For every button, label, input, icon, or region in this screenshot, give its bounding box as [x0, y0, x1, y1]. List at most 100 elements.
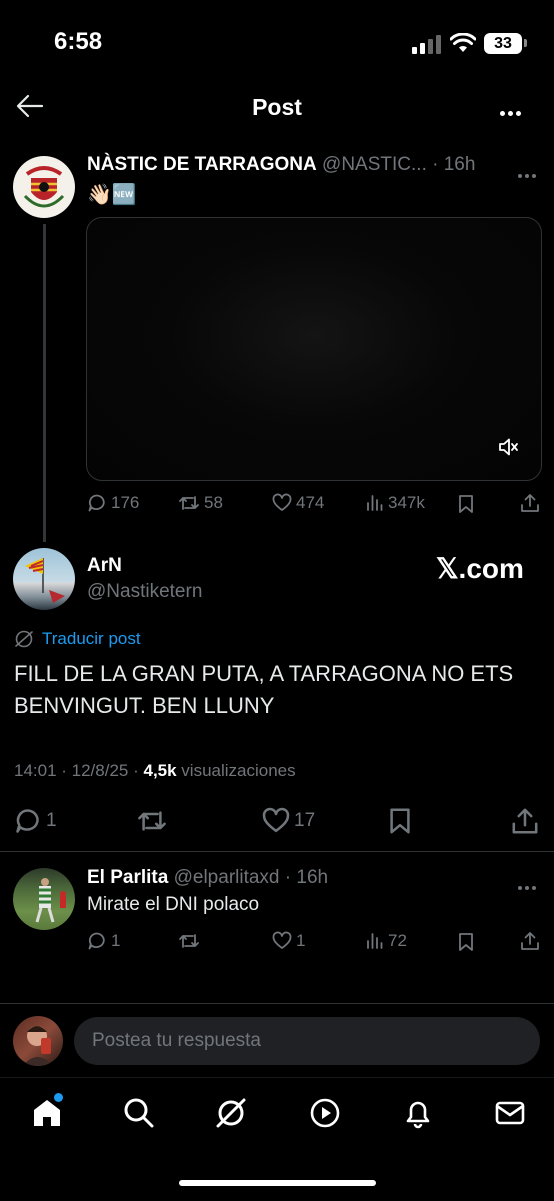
post-meta: 14:01 · 12/8/25 · 4,5k visualizaciones	[14, 761, 296, 781]
views-count: 72	[388, 931, 407, 950]
like-count: 474	[296, 493, 325, 512]
nav-notifications[interactable]	[401, 1096, 435, 1130]
reply-count: 176	[111, 493, 140, 512]
share-button[interactable]	[520, 931, 540, 951]
reply-input-placeholder: Postea tu respuesta	[92, 1030, 261, 1051]
reply-text: Mirate el DNI polaco	[87, 894, 260, 915]
bookmark-icon	[390, 808, 410, 834]
repost-button[interactable]: 58	[178, 493, 223, 513]
bookmark-icon	[459, 495, 473, 513]
author-name[interactable]: El Parlita	[87, 867, 168, 888]
nav-messages[interactable]	[493, 1096, 527, 1130]
like-count: 17	[294, 810, 316, 831]
repost-icon	[138, 811, 166, 831]
composer-avatar[interactable]	[13, 1016, 63, 1066]
views-button[interactable]: 72	[366, 931, 407, 951]
grok-icon	[216, 1098, 246, 1128]
heart-icon	[262, 807, 290, 833]
reply-more-icon[interactable]	[516, 877, 537, 895]
reply-count: 1	[111, 931, 121, 950]
composer-divider	[0, 1003, 554, 1004]
club-crest-icon	[23, 166, 65, 208]
heart-icon	[272, 493, 292, 511]
author-handle[interactable]: @elparlitaxd	[174, 867, 280, 888]
repost-count: 58	[204, 493, 223, 512]
battery-level: 33	[494, 34, 512, 52]
status-time: 6:58	[54, 28, 103, 55]
author-handle[interactable]: @Nastiketern	[87, 581, 202, 603]
search-icon	[124, 1098, 154, 1128]
page-title: Post	[252, 94, 302, 120]
like-count: 1	[296, 931, 306, 950]
like-button[interactable]: 1	[272, 931, 305, 951]
like-button[interactable]: 17	[262, 807, 315, 835]
like-button[interactable]: 474	[272, 493, 324, 513]
bookmark-button[interactable]	[458, 494, 474, 514]
notification-dot	[54, 1093, 63, 1102]
post-time: · 16h	[284, 867, 329, 888]
repost-button[interactable]	[136, 807, 168, 835]
mute-icon[interactable]	[497, 436, 519, 458]
translate-link[interactable]: Traducir post	[14, 629, 141, 649]
nav-home[interactable]	[30, 1093, 64, 1130]
more-options-icon[interactable]	[498, 103, 522, 121]
avatar[interactable]	[13, 156, 75, 218]
share-button[interactable]	[520, 493, 540, 513]
reply-input[interactable]: Postea tu respuesta	[74, 1017, 540, 1065]
repost-icon	[179, 934, 199, 948]
views-icon	[367, 495, 383, 511]
user-photo-icon	[23, 1026, 53, 1066]
translate-icon	[15, 630, 33, 648]
reply-button[interactable]: 176	[87, 493, 139, 513]
reply-button[interactable]: 1	[14, 807, 57, 835]
battery-icon: 33	[484, 33, 522, 54]
share-button[interactable]	[511, 807, 539, 835]
media-video[interactable]	[86, 217, 542, 481]
heart-icon	[272, 931, 292, 949]
post-timestamp: 14:01 · 12/8/25 ·	[14, 761, 144, 780]
reply-header: El Parlita @elparlitaxd · 16h	[87, 867, 328, 889]
watermark: 𝕏.com	[436, 553, 524, 584]
nav-search[interactable]	[122, 1096, 156, 1130]
post-header: NÀSTIC DE TARRAGONA @NASTIC... · 16h	[87, 154, 475, 176]
mail-icon	[495, 1101, 525, 1125]
repost-button[interactable]	[178, 931, 200, 951]
play-icon	[310, 1098, 340, 1128]
share-icon	[521, 932, 539, 950]
views-button[interactable]: 347k	[366, 493, 425, 513]
divider	[0, 851, 554, 852]
nav-grok[interactable]	[214, 1096, 248, 1130]
share-icon	[512, 808, 538, 834]
views-count[interactable]: 4,5k	[143, 761, 176, 780]
home-indicator	[179, 1180, 376, 1186]
nav-video[interactable]	[308, 1096, 342, 1130]
bookmark-icon	[459, 933, 473, 951]
bookmark-button[interactable]	[388, 807, 412, 835]
flag-photo-icon	[25, 558, 65, 603]
post-text: FILL DE LA GRAN PUTA, A TARRAGONA NO ETS…	[14, 661, 514, 718]
repost-icon	[179, 496, 199, 510]
author-name[interactable]: NÀSTIC DE TARRAGONA	[87, 154, 317, 175]
author-handle[interactable]: @NASTIC...	[322, 154, 427, 175]
translate-label[interactable]: Traducir post	[42, 629, 141, 649]
views-count: 347k	[388, 493, 425, 512]
author-name[interactable]: ArN	[87, 555, 122, 577]
wifi-icon	[450, 33, 476, 53]
signal-icon	[412, 34, 442, 54]
avatar[interactable]	[13, 548, 75, 610]
views-icon	[367, 933, 383, 949]
reply-icon	[88, 494, 105, 512]
player-photo-icon	[35, 878, 66, 923]
reply-button[interactable]: 1	[87, 931, 120, 951]
views-label: visualizaciones	[176, 761, 296, 780]
post-more-icon[interactable]	[516, 165, 537, 183]
bookmark-button[interactable]	[458, 932, 474, 952]
post-emoji: 👋🏻🆕	[87, 184, 137, 206]
thread-line	[43, 224, 46, 542]
avatar[interactable]	[13, 868, 75, 930]
share-icon	[521, 494, 539, 512]
reply-icon	[16, 809, 39, 833]
battery-cap	[524, 39, 527, 47]
reply-icon	[88, 932, 105, 950]
bell-icon	[406, 1101, 430, 1129]
